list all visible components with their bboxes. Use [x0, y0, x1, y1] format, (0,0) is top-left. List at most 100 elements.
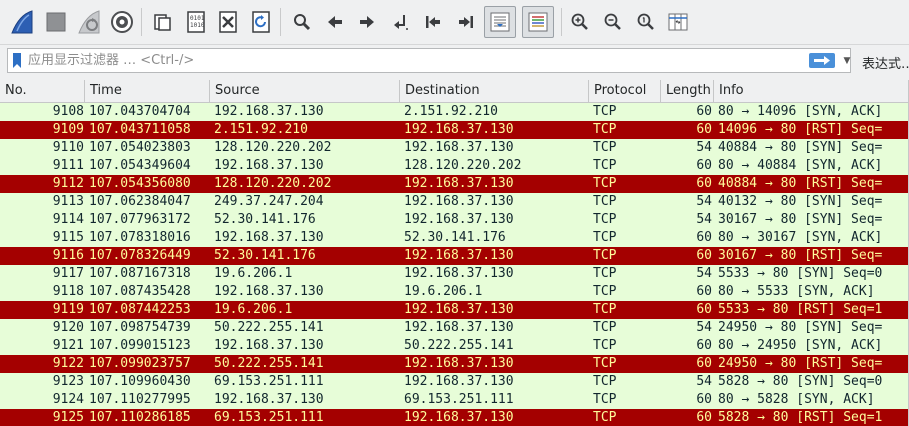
- packet-source: 19.6.206.1: [214, 302, 293, 317]
- packet-source: 192.168.37.130: [214, 230, 324, 245]
- table-row[interactable]: 9119 107.087442253 19.6.206.1 192.168.37.13…: [0, 301, 909, 319]
- resize-columns-button[interactable]: [664, 6, 692, 38]
- auto-scroll-button[interactable]: [484, 6, 516, 38]
- packet-source: 69.153.251.111: [214, 410, 324, 425]
- table-row[interactable]: 9113 107.062384047 249.37.247.204 192.168.3…: [0, 193, 909, 211]
- table-row[interactable]: 9115 107.078318016 192.168.37.130 52.30.141…: [0, 229, 909, 247]
- packet-source: 192.168.37.130: [214, 392, 324, 407]
- column-header-time[interactable]: Time: [85, 80, 210, 102]
- packet-protocol: TCP: [593, 158, 617, 173]
- packet-source: 50.222.255.141: [214, 356, 324, 371]
- table-row[interactable]: 9120 107.098754739 50.222.255.141 192.168.3…: [0, 319, 909, 337]
- packet-length: 54: [696, 374, 712, 389]
- zoom-out-button[interactable]: [599, 6, 627, 38]
- go-to-packet-button[interactable]: [386, 6, 414, 38]
- packet-destination: 19.6.206.1: [404, 284, 483, 299]
- packet-protocol: TCP: [593, 104, 617, 119]
- packet-time: 107.087167318: [89, 266, 191, 281]
- packet-destination: 192.168.37.130: [404, 266, 514, 281]
- packet-destination: 192.168.37.130: [404, 374, 514, 389]
- table-row[interactable]: 9118 107.087435428 192.168.37.130 19.6.206.…: [0, 283, 909, 301]
- packet-source: 52.30.141.176: [214, 248, 316, 263]
- packet-list-header: No. Time Source Destination Protocol Len…: [0, 80, 909, 103]
- packet-destination: 192.168.37.130: [404, 194, 514, 209]
- packet-length: 54: [696, 194, 712, 209]
- packet-source: 192.168.37.130: [214, 338, 324, 353]
- packet-time: 107.087442253: [89, 302, 191, 317]
- go-last-packet-button[interactable]: [452, 6, 480, 38]
- zoom-in-icon: [571, 13, 588, 30]
- packet-length: 60: [696, 248, 712, 263]
- reload-icon: [252, 11, 270, 33]
- table-row[interactable]: 9122 107.099023757 50.222.255.141 192.168.3…: [0, 355, 909, 373]
- stop-capture-button[interactable]: [42, 6, 70, 38]
- column-header-length[interactable]: Length: [661, 80, 714, 102]
- find-packet-button[interactable]: [288, 6, 316, 38]
- packet-no: 9109: [52, 122, 84, 137]
- chevron-down-icon: ▼: [843, 55, 851, 66]
- colorize-button[interactable]: [522, 6, 554, 38]
- table-row[interactable]: 9124 107.110277995 192.168.37.130 69.153.25…: [0, 391, 909, 409]
- packet-time: 107.077963172: [89, 212, 191, 227]
- packet-time: 107.099015123: [89, 338, 191, 353]
- table-row[interactable]: 9123 107.109960430 69.153.251.111 192.168.3…: [0, 373, 909, 391]
- restart-capture-button[interactable]: [75, 6, 103, 38]
- packet-info: 14096 → 80 [RST] Seq=: [718, 122, 883, 137]
- expression-button[interactable]: 表达式…: [862, 53, 909, 72]
- filter-history-dropdown[interactable]: ▼: [842, 52, 852, 69]
- packet-info: 80 → 14096 [SYN, ACK]: [718, 104, 883, 119]
- table-row[interactable]: 9111 107.054349604 192.168.37.130 128.120.2…: [0, 157, 909, 175]
- column-header-protocol[interactable]: Protocol: [589, 80, 661, 102]
- column-header-info[interactable]: Info: [714, 80, 909, 102]
- save-file-button[interactable]: 0101 1010: [182, 6, 210, 38]
- file-close-icon: [219, 11, 237, 33]
- zoom-normal-button[interactable]: [632, 6, 660, 38]
- go-back-button[interactable]: [321, 6, 349, 38]
- reload-file-button[interactable]: [247, 6, 275, 38]
- table-row[interactable]: 9121 107.099015123 192.168.37.130 50.222.25…: [0, 337, 909, 355]
- bookmark-icon[interactable]: [12, 53, 22, 68]
- packet-destination: 52.30.141.176: [404, 230, 506, 245]
- start-capture-button[interactable]: [8, 6, 36, 38]
- packet-list[interactable]: No. Time Source Destination Protocol Len…: [0, 80, 909, 426]
- column-header-destination[interactable]: Destination: [400, 80, 589, 102]
- first-packet-icon: [426, 16, 440, 28]
- packet-protocol: TCP: [593, 374, 617, 389]
- packet-no: 9118: [52, 284, 84, 299]
- packet-length: 60: [696, 356, 712, 371]
- table-row[interactable]: 9110 107.054023803 128.120.220.202 192.168.…: [0, 139, 909, 157]
- go-forward-button[interactable]: [353, 6, 381, 38]
- table-row[interactable]: 9125 107.110286185 69.153.251.111 192.168.3…: [0, 409, 909, 426]
- column-header-source[interactable]: Source: [210, 80, 400, 102]
- packet-destination: 192.168.37.130: [404, 302, 514, 317]
- close-file-button[interactable]: [214, 6, 242, 38]
- packet-protocol: TCP: [593, 410, 617, 425]
- packet-time: 107.099023757: [89, 356, 191, 371]
- packet-no: 9111: [52, 158, 84, 173]
- table-row[interactable]: 9116 107.078326449 52.30.141.176 192.168.37…: [0, 247, 909, 265]
- packet-destination: 192.168.37.130: [404, 320, 514, 335]
- packet-source: 52.30.141.176: [214, 212, 316, 227]
- zoom-in-button[interactable]: [566, 6, 594, 38]
- go-first-packet-button[interactable]: [419, 6, 447, 38]
- display-filter-input[interactable]: [28, 50, 798, 71]
- packet-info: 40884 → 80 [RST] Seq=: [718, 176, 883, 191]
- table-row[interactable]: 9108 107.043704704 192.168.37.130 2.151.92.…: [0, 103, 909, 121]
- table-row[interactable]: 9117 107.087167318 19.6.206.1 192.168.37.13…: [0, 265, 909, 283]
- column-header-no[interactable]: No.: [0, 80, 85, 102]
- open-file-button[interactable]: [149, 6, 177, 38]
- apply-filter-button[interactable]: [809, 53, 835, 68]
- packet-time: 107.078326449: [89, 248, 191, 263]
- table-row[interactable]: 9112 107.054356080 128.120.220.202 192.168.…: [0, 175, 909, 193]
- gear-icon: [111, 11, 133, 33]
- capture-options-button[interactable]: [108, 6, 136, 38]
- packet-time: 107.110286185: [89, 410, 191, 425]
- svg-text:1010: 1010: [190, 22, 205, 29]
- table-row[interactable]: 9114 107.077963172 52.30.141.176 192.168.37…: [0, 211, 909, 229]
- packet-source: 19.6.206.1: [214, 266, 293, 281]
- arrow-right-icon: [814, 56, 830, 65]
- packet-length: 60: [696, 158, 712, 173]
- packet-length: 60: [696, 176, 712, 191]
- zoom-out-icon: [604, 13, 621, 30]
- table-row[interactable]: 9109 107.043711058 2.151.92.210 192.168.37.…: [0, 121, 909, 139]
